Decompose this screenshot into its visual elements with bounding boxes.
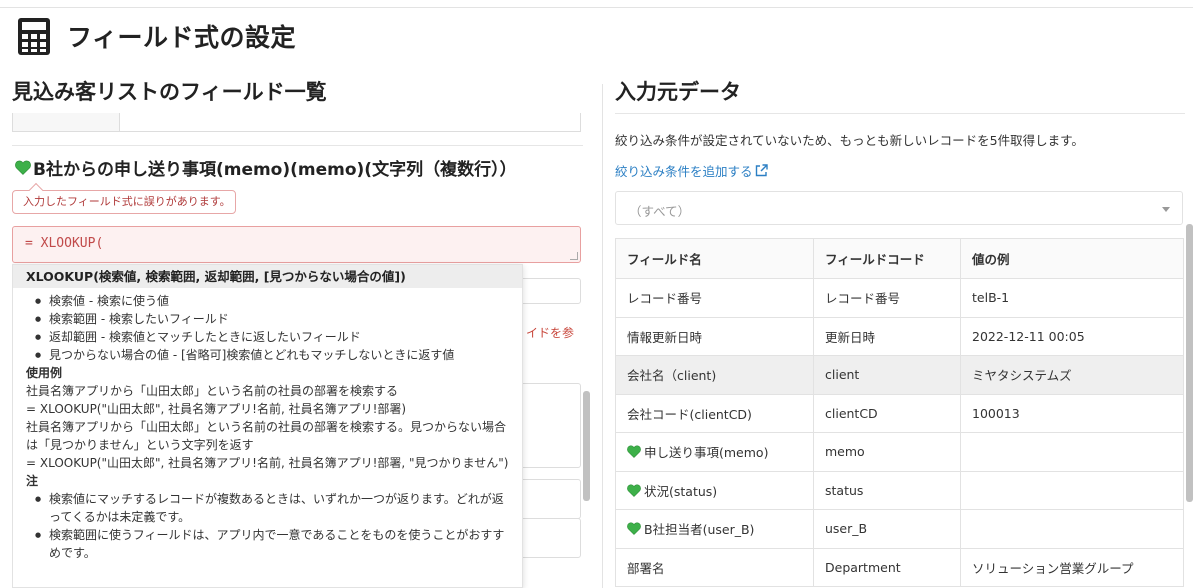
value-example-cell: 2022-12-11 00:05 <box>960 316 1184 356</box>
filter-info-text: 絞り込み条件が設定されていないため、もっとも新しいレコードを5件取得します。 <box>615 133 1084 148</box>
value-example-cell: 100013 <box>960 393 1184 433</box>
column-divider <box>602 84 603 588</box>
example-heading: 使用例 <box>26 366 63 380</box>
field-code-cell: client <box>813 355 961 395</box>
value-example-cell <box>960 470 1184 510</box>
field-name-cell: 会社コード(clientCD) <box>615 393 814 433</box>
example1-description: 社員名簿アプリから「山田太郎」という名前の社員の部署を検索する <box>26 384 399 398</box>
example1-code: = XLOOKUP("山田太郎", 社員名簿アプリ!名前, 社員名簿アプリ!部署… <box>26 402 407 416</box>
field-name-text: 部署名 <box>627 560 665 576</box>
function-autocomplete-popup[interactable]: XLOOKUP(検索値, 検索範囲, 返却範囲, [見つからない場合の値]) 検… <box>12 264 523 588</box>
column-header: フィールド名 <box>615 238 814 279</box>
field-code-cell: Department <box>813 547 961 587</box>
green-heart-icon <box>627 484 641 497</box>
field-name-text: 会社コード(clientCD) <box>627 406 752 422</box>
previous-field-input[interactable] <box>12 113 581 132</box>
field-heading-label: B社からの申し送り事項(memo)(memo)(文字列（複数行）） <box>33 160 517 180</box>
right-scrollbar-thumb[interactable] <box>1186 224 1193 502</box>
note-item: 検索値にマッチするレコードが複数あるときは、いずれか一つが返ります。どれが返って… <box>35 490 522 526</box>
value-example-cell: ミヤタシステムズ <box>960 355 1184 395</box>
green-heart-icon <box>627 445 641 459</box>
function-help: 検索値 - 検索に使う値 検索範囲 - 検索したいフィールド 返却範囲 - 検索… <box>13 288 522 562</box>
column-header: 値の例 <box>960 238 1184 279</box>
select-value: （すべて） <box>629 204 691 219</box>
field-code-cell: memo <box>813 432 961 472</box>
field-name-cell: 部署名 <box>615 547 814 587</box>
record-filter-select[interactable]: （すべて） <box>615 191 1183 225</box>
field-name-cell: 申し送り事項(memo) <box>615 432 814 472</box>
example2-description: 社員名簿アプリから「山田太郎」という名前の社員の部署を検索する。見つからない場合… <box>26 420 507 452</box>
field-name-cell: 情報更新日時 <box>615 316 814 356</box>
green-heart-icon <box>15 160 31 175</box>
formula-text: = XLOOKUP( <box>25 236 104 251</box>
param-item: 検索範囲 - 検索したいフィールド <box>35 310 522 328</box>
resize-handle[interactable] <box>570 252 578 260</box>
table-row: 会社名（client) client ミヤタシステムズ <box>615 355 1184 395</box>
field-list-panel: B社からの申し送り事項(memo)(memo)(文字列（複数行）） 入力したフィ… <box>12 113 583 588</box>
note-item: 検索範囲に使うフィールドは、アプリ内で一意であることをものを使うことがおすすめで… <box>35 526 522 562</box>
table-row: レコード番号 レコード番号 telB-1 <box>615 278 1184 318</box>
field-code-cell: status <box>813 470 961 510</box>
calculator-icon <box>18 17 50 55</box>
table-row: 状況(status) status <box>615 470 1184 510</box>
column-header: フィールドコード <box>813 238 961 279</box>
top-divider <box>0 7 1193 8</box>
formula-input[interactable]: = XLOOKUP( <box>12 226 581 263</box>
add-filter-link-label[interactable]: 絞り込み条件を追加する <box>615 161 753 180</box>
source-data-table: フィールド名 フィールドコード 値の例 レコード番号 レコード番号 telB-1 情報… <box>615 238 1184 587</box>
field-name-cell: 状況(status) <box>615 470 814 510</box>
field-name-cell: 会社名（client) <box>615 355 814 395</box>
field-name-text: 状況(status) <box>644 483 718 499</box>
field-divider <box>12 145 583 146</box>
green-heart-icon <box>627 522 641 536</box>
source-data-divider <box>615 113 1185 114</box>
source-data-title: 入力元データ <box>615 80 741 104</box>
table-row: 申し送り事項(memo) memo <box>615 432 1184 472</box>
left-scrollbar-thumb[interactable] <box>583 391 590 501</box>
field-name-text: 申し送り事項(memo) <box>644 445 769 461</box>
field-heading: B社からの申し送り事項(memo)(memo)(文字列（複数行）） <box>15 155 517 180</box>
table-row: 会社コード(clientCD) clientCD 100013 <box>615 393 1184 433</box>
param-item: 見つからない場合の値 - [省略可]検索値とどれもマッチしないときに返す値 <box>35 346 522 364</box>
notes-list: 検索値にマッチするレコードが複数あるときは、いずれか一つが返ります。どれが返って… <box>26 490 522 562</box>
param-list: 検索値 - 検索に使う値 検索範囲 - 検索したいフィールド 返却範囲 - 検索… <box>26 292 522 364</box>
value-example-cell <box>960 432 1184 472</box>
table-row: B社担当者(user_B) user_B <box>615 509 1184 549</box>
notes-heading: 注 <box>26 474 39 488</box>
field-code-cell: 更新日時 <box>813 316 961 356</box>
field-code-cell: clientCD <box>813 393 961 433</box>
add-filter-link[interactable]: 絞り込み条件を追加する <box>615 161 768 180</box>
value-example-cell: telB-1 <box>960 278 1184 318</box>
example2-code: = XLOOKUP("山田太郎", 社員名簿アプリ!名前, 社員名簿アプリ!部署… <box>26 456 509 470</box>
field-name-text: レコード番号 <box>627 291 703 307</box>
field-name-text: B社担当者(user_B) <box>644 522 755 538</box>
external-link-icon <box>755 164 768 177</box>
function-signature[interactable]: XLOOKUP(検索値, 検索範囲, 返却範囲, [見つからない場合の値]) <box>13 265 522 288</box>
page-header: フィールド式の設定 <box>18 16 296 56</box>
table-row: 情報更新日時 更新日時 2022-12-11 00:05 <box>615 316 1184 356</box>
field-name-cell: レコード番号 <box>615 278 814 318</box>
page-title: フィールド式の設定 <box>67 23 297 52</box>
value-example-cell: ソリューション営業グループ <box>960 547 1184 587</box>
value-example-cell <box>960 509 1184 549</box>
table-row: 部署名 Department ソリューション営業グループ <box>615 547 1184 587</box>
param-item: 検索値 - 検索に使う値 <box>35 292 522 310</box>
table-header-row: フィールド名 フィールドコード 値の例 <box>615 238 1184 279</box>
field-code-cell: レコード番号 <box>813 278 961 318</box>
field-name-text: 情報更新日時 <box>627 329 703 345</box>
chevron-down-icon <box>1162 207 1170 212</box>
field-code-cell: user_B <box>813 509 961 549</box>
param-item: 返却範囲 - 検索値とマッチしたときに返したいフィールド <box>35 328 522 346</box>
field-name-cell: B社担当者(user_B) <box>615 509 814 549</box>
field-list-title: 見込み客リストのフィールド一覧 <box>12 80 327 104</box>
field-name-text: 会社名（client) <box>627 368 717 384</box>
error-tooltip: 入力したフィールド式に誤りがあります。 <box>12 190 236 214</box>
guide-link-partial[interactable]: イドを参 <box>526 324 574 341</box>
